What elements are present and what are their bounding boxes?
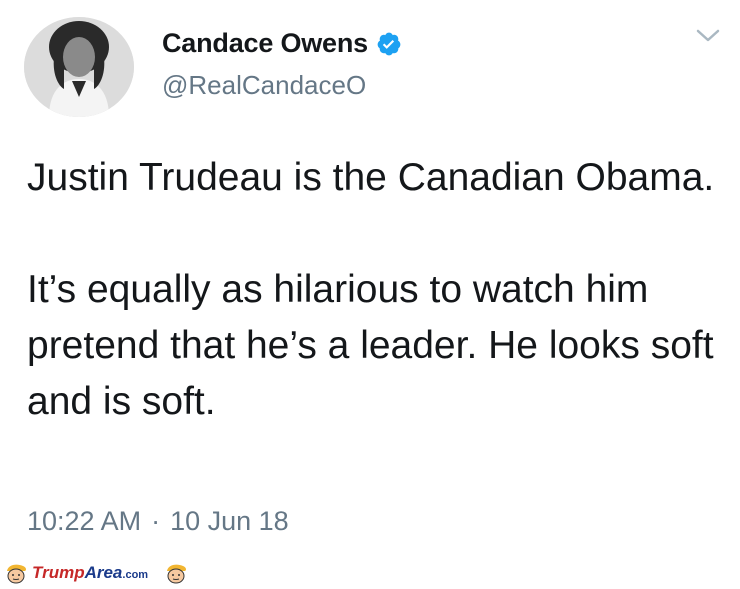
- timestamp-separator: ·: [151, 506, 161, 536]
- chevron-down-icon[interactable]: [694, 26, 722, 46]
- watermark-domain: .com: [122, 568, 149, 581]
- trump-head-icon: [4, 562, 28, 584]
- watermark-brand: TrumpArea.com: [32, 563, 148, 583]
- verified-badge-icon: [376, 31, 402, 57]
- author-handle[interactable]: @RealCandaceO: [162, 70, 366, 101]
- watermark-brand-part2: Area: [84, 562, 123, 582]
- trump-head-icon: [164, 562, 188, 584]
- tweet-date: 10 Jun 18: [170, 506, 289, 536]
- watermark: TrumpArea.com: [4, 560, 188, 585]
- tweet-time: 10:22 AM: [27, 506, 142, 536]
- avatar-image: [24, 17, 134, 117]
- avatar[interactable]: [24, 17, 134, 117]
- tweet-paragraph: Justin Trudeau is the Canadian Obama.: [27, 156, 715, 199]
- tweet-card: Candace Owens @RealCandaceO Justin Trude…: [0, 0, 740, 585]
- tweet-paragraph: It’s equally as hilarious to watch him p…: [27, 268, 714, 423]
- watermark-brand-part1: Trump: [32, 562, 85, 582]
- tweet-timestamp[interactable]: 10:22 AM · 10 Jun 18: [27, 506, 289, 537]
- author-display-name[interactable]: Candace Owens: [162, 28, 368, 59]
- tweet-text: Justin Trudeau is the Canadian Obama. It…: [27, 150, 717, 430]
- author-name-row: Candace Owens: [162, 28, 402, 59]
